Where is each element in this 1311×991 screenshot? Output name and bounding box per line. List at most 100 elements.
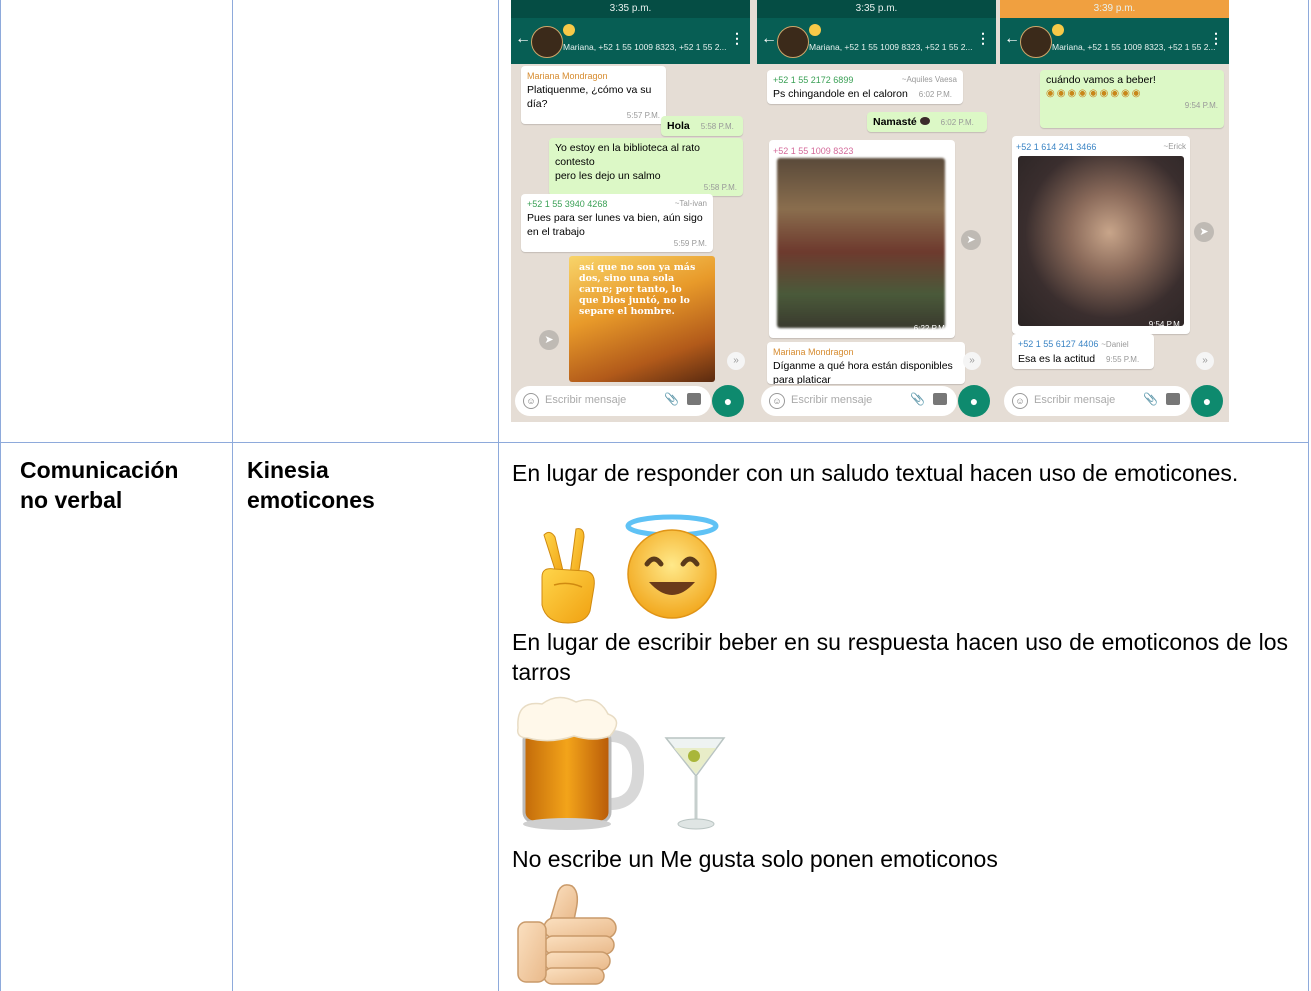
message-sender: +52 1 614 241 3466 (1016, 142, 1097, 152)
table-border-left (0, 0, 1, 991)
phone-screenshot-1: 3:35 p.m. ← Mariana, +52 1 55 1009 8323,… (511, 0, 750, 422)
emoji-icon[interactable]: ☺ (523, 393, 539, 409)
message-time: 5:59 P.M. (673, 239, 707, 248)
subcategory-line-1: Kinesia (247, 457, 329, 483)
message-text: Pues para ser lunes va bien, aún sigo en… (527, 212, 703, 238)
menu-dots-icon: ⋮ (730, 30, 744, 46)
victory-hand-emoji (541, 528, 595, 624)
forward-icon[interactable]: ➤ (1194, 222, 1214, 242)
group-members: Mariana, +52 1 55 1009 8323, +52 1 55 2.… (1052, 42, 1216, 52)
eggplant-icon (919, 117, 930, 125)
subcategory-cell: Kinesia emoticones (247, 455, 487, 515)
category-line-2: no verbal (20, 487, 123, 513)
message-text: Namasté (873, 116, 917, 128)
message-text: Esa es la actitud (1018, 353, 1096, 365)
smiley-icon (809, 24, 821, 36)
input-placeholder: Escribir mensaje (1034, 394, 1116, 406)
group-avatar (1020, 26, 1052, 58)
message-text: Yo estoy en la biblioteca al rato contes… (555, 142, 700, 168)
group-avatar (531, 26, 563, 58)
blurred-photo (777, 158, 945, 328)
camera-icon[interactable] (1166, 393, 1180, 405)
forward-icon[interactable]: ➤ (539, 330, 559, 350)
menu-dots-icon: ⋮ (976, 30, 990, 46)
message-bubble: +52 1 55 2172 6899 ~Aquiles Vaesa Ps chin… (767, 70, 963, 104)
message-text: Platiquenme, ¿cómo va su día? (527, 84, 652, 110)
message-sender: +52 1 55 1009 8323 (773, 146, 854, 156)
smiley-icon (1052, 24, 1064, 36)
message-time: 6:02 P.M. (918, 90, 952, 99)
subcategory-line-2: emoticones (247, 487, 375, 513)
category-line-1: Comunicación (20, 457, 179, 483)
martini-glass-emoji (664, 737, 726, 830)
message-text: Hola (667, 120, 690, 132)
message-time: 5:58 P.M. (700, 122, 734, 131)
message-time: 5:57 P.M. (626, 111, 660, 120)
blurred-photo (1018, 156, 1184, 326)
back-arrow-icon: ← (761, 30, 777, 47)
message-alias: ~Erick (1163, 142, 1186, 151)
halo-smiley-emoji (625, 514, 719, 619)
microphone-button[interactable]: ● (958, 385, 990, 417)
scroll-down-icon[interactable]: » (727, 352, 745, 370)
message-bubble: Namasté 6:02 P.M. (867, 112, 987, 132)
wedding-image: así que no son ya más dos, sino una sola… (569, 256, 715, 382)
chat-header: ← Mariana, +52 1 55 1009 8323, +52 1 55 … (1000, 18, 1229, 64)
smiley-icon (563, 24, 575, 36)
message-sender: Mariana Mondragon (527, 71, 608, 81)
group-members: Mariana, +52 1 55 1009 8323, +52 1 55 2.… (809, 42, 973, 52)
message-time: 5:58 P.M. (703, 183, 737, 192)
message-text-2: pero les dejo un salmo (555, 170, 661, 182)
camera-icon[interactable] (933, 393, 947, 405)
message-input[interactable]: ☺ Escribir mensaje 📎 (515, 386, 711, 416)
message-input[interactable]: ☺ Escribir mensaje 📎 (761, 386, 957, 416)
message-time: 6:02 P.M. (940, 118, 974, 127)
message-time: 9:54 P.M. (1148, 320, 1182, 329)
emoji-icon[interactable]: ☺ (769, 393, 785, 409)
chat-header: ← Mariana, +52 1 55 1009 8323, +52 1 55 … (511, 18, 750, 64)
message-alias: ~Daniel (1101, 340, 1129, 349)
phone-screenshot-3: 3:39 p.m. ← Mariana, +52 1 55 1009 8323,… (1000, 0, 1229, 422)
scroll-down-icon[interactable]: » (1196, 352, 1214, 370)
message-time: 9:55 P.M. (1105, 355, 1140, 364)
description-paragraph-1: En lugar de responder con un saludo text… (512, 460, 1239, 486)
image-message: +52 1 55 1009 8323 6:22 P.M. (769, 140, 955, 338)
table-border-right (1308, 0, 1309, 991)
message-alias: ~Aquiles Vaesa (901, 75, 957, 84)
emoji-icon[interactable]: ☺ (1012, 393, 1028, 409)
group-avatar (777, 26, 809, 58)
message-sender: +52 1 55 2172 6899 (773, 75, 854, 85)
message-text: cuándo vamos a beber! (1046, 74, 1156, 86)
message-time: 9:54 P.M. (1184, 101, 1218, 110)
image-message: +52 1 614 241 3466 ~Erick 9:54 P.M. (1012, 136, 1190, 334)
attach-icon[interactable]: 📎 (910, 392, 925, 406)
message-bubble: Mariana Mondragon Díganme a qué hora est… (767, 342, 965, 384)
attach-icon[interactable]: 📎 (664, 392, 679, 406)
status-bar: 3:35 p.m. (511, 0, 750, 18)
attach-icon[interactable]: 📎 (1143, 392, 1158, 406)
message-text: Ps chingandole en el caloron (773, 88, 908, 100)
group-members: Mariana, +52 1 55 1009 8323, +52 1 55 2.… (563, 42, 727, 52)
description-paragraph-2: En lugar de escribir beber en su respues… (512, 629, 1288, 685)
message-time: 6:22 P.M. (913, 324, 947, 333)
status-bar: 3:35 p.m. (757, 0, 996, 18)
message-input[interactable]: ☺ Escribir mensaje 📎 (1004, 386, 1190, 416)
scroll-down-icon[interactable]: » (963, 352, 981, 370)
back-arrow-icon: ← (1004, 30, 1020, 47)
forward-icon[interactable]: ➤ (961, 230, 981, 250)
whatsapp-screenshots: 3:35 p.m. ← Mariana, +52 1 55 1009 8323,… (511, 0, 1229, 422)
microphone-button[interactable]: ● (712, 385, 744, 417)
description-paragraph-3: No escribe un Me gusta solo ponen emotic… (512, 846, 998, 872)
microphone-button[interactable]: ● (1191, 385, 1223, 417)
input-placeholder: Escribir mensaje (791, 394, 873, 406)
message-bubble: +52 1 55 6127 4406 ~Daniel Esa es la act… (1012, 334, 1154, 369)
camera-icon[interactable] (687, 393, 701, 405)
status-bar: 3:39 p.m. (1000, 0, 1229, 18)
message-sender: Mariana Mondragon (773, 347, 854, 357)
phone-screenshot-2: 3:35 p.m. ← Mariana, +52 1 55 1009 8323,… (757, 0, 996, 422)
menu-dots-icon: ⋮ (1209, 30, 1223, 46)
chat-header: ← Mariana, +52 1 55 1009 8323, +52 1 55 … (757, 18, 996, 64)
message-bubble: Hola 5:58 P.M. (661, 116, 743, 136)
category-cell: Comunicación no verbal (20, 455, 225, 515)
back-arrow-icon: ← (515, 30, 531, 47)
